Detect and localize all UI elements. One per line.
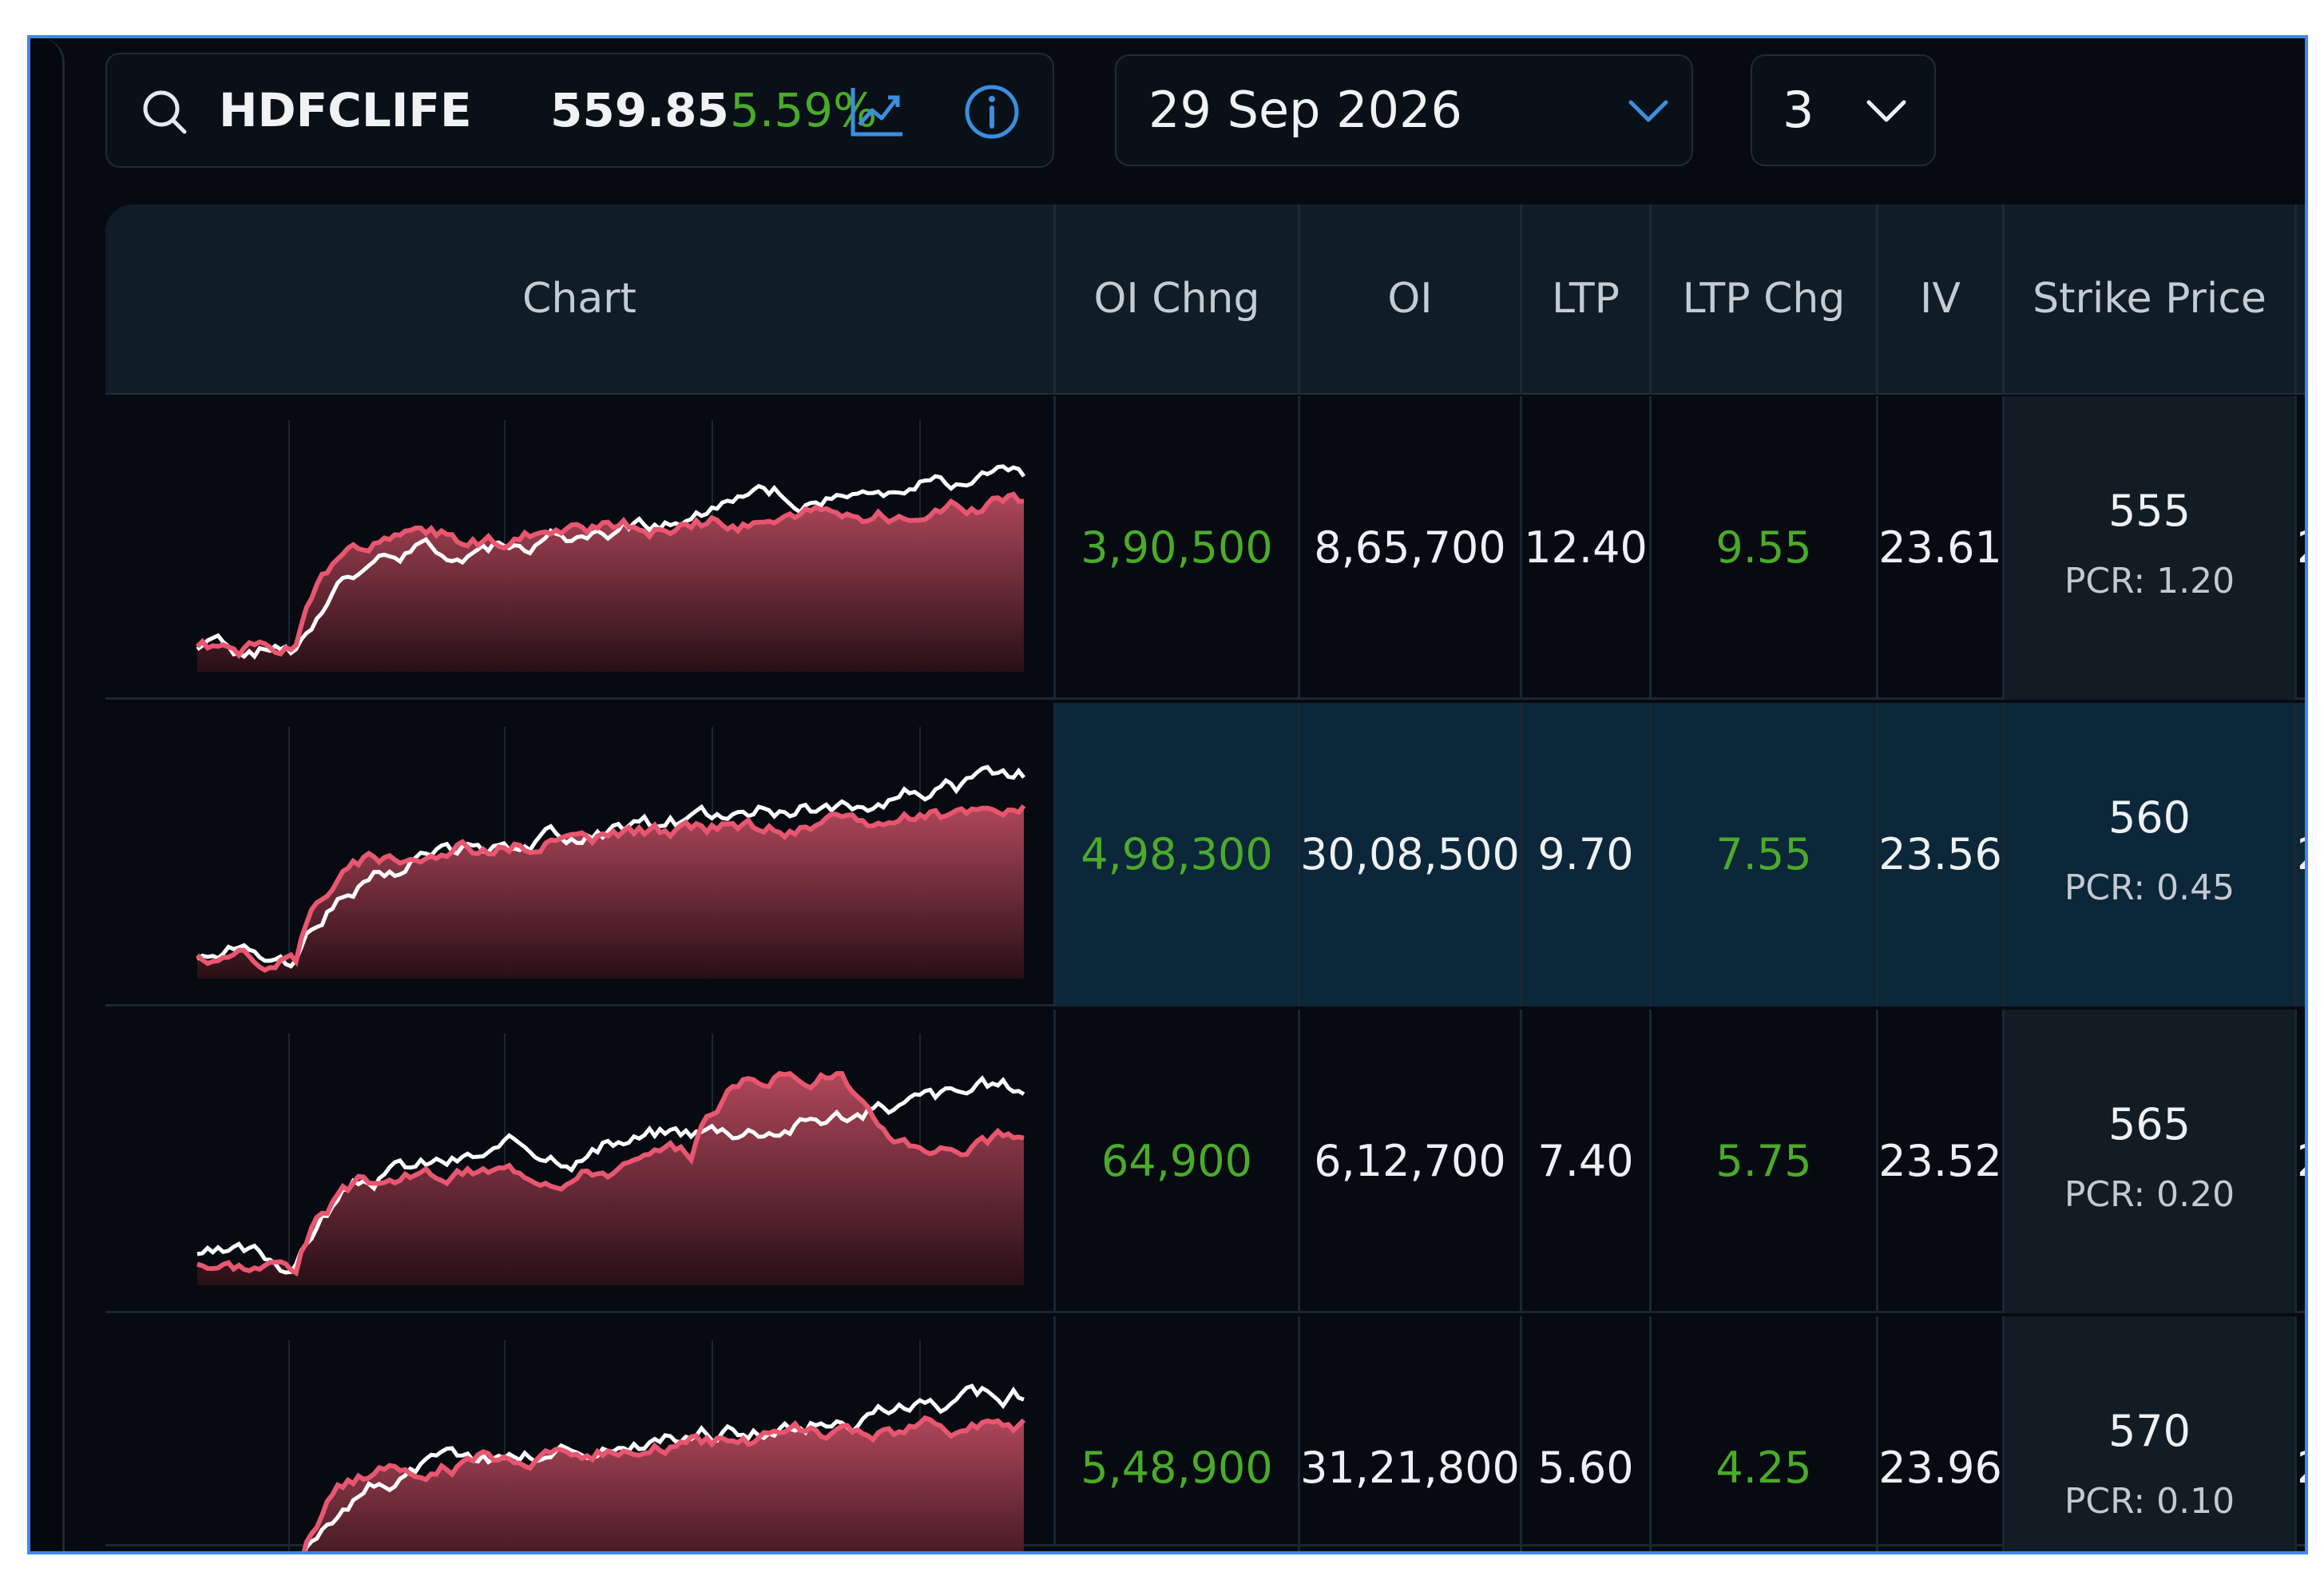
chevron-down-icon — [1866, 100, 1906, 122]
iv-cell: 23.52 — [1878, 1010, 2005, 1313]
next-column-partial: 2 — [2297, 703, 2305, 1006]
chevron-down-icon — [1628, 100, 1668, 122]
oi-cell: 30,08,500 — [1300, 703, 1522, 1006]
header-oi-chng[interactable]: OI Chng — [1056, 204, 1300, 393]
oi-change-cell: 5,48,900 — [1056, 1316, 1300, 1551]
ltp-change-cell: 4.25 — [1652, 1316, 1878, 1551]
header-iv[interactable]: IV — [1878, 204, 2005, 393]
ltp-change-cell: 9.55 — [1652, 396, 1878, 700]
ltp-change-cell: 5.75 — [1652, 1010, 1878, 1313]
pcr-value: PCR: 0.20 — [2064, 1174, 2235, 1215]
row-chart — [105, 703, 1056, 1006]
strike-price-cell[interactable]: 570 PCR: 0.10 — [2005, 1316, 2297, 1551]
symbol-name: HDFCLIFE — [219, 83, 472, 137]
oi-change-cell: 3,90,500 — [1056, 396, 1300, 700]
header-ltp[interactable]: LTP — [1522, 204, 1652, 393]
header-strike-price[interactable]: Strike Price — [2005, 204, 2297, 393]
header-oi[interactable]: OI — [1300, 204, 1522, 393]
strike-count-value: 3 — [1783, 81, 1814, 139]
search-icon[interactable] — [141, 88, 188, 136]
iv-cell: 23.96 — [1878, 1316, 2005, 1551]
strike-value: 570 — [2108, 1406, 2191, 1456]
ltp-cell: 12.40 — [1522, 396, 1652, 700]
ltp-change-cell: 7.55 — [1652, 703, 1878, 1006]
strike-value: 560 — [2108, 792, 2191, 843]
next-column-partial: 2 — [2297, 1316, 2305, 1551]
info-icon[interactable] — [963, 83, 1021, 141]
iv-cell: 23.61 — [1878, 396, 2005, 700]
row-chart — [105, 396, 1056, 700]
strike-price-cell[interactable]: 555 PCR: 1.20 — [2005, 396, 2297, 700]
oi-sparkline-chart — [196, 1034, 1025, 1285]
table-row[interactable]: 64,900 6,12,700 7.40 5.75 23.52 565 PCR:… — [105, 1010, 2305, 1313]
strike-count-dropdown[interactable]: 3 — [1751, 54, 1936, 166]
line-chart-icon[interactable] — [848, 85, 906, 139]
pcr-value: PCR: 0.45 — [2064, 867, 2235, 908]
ltp-cell: 7.40 — [1522, 1010, 1652, 1313]
row-chart — [105, 1316, 1056, 1551]
symbol-price: 559.85 — [550, 83, 729, 137]
strike-value: 555 — [2108, 486, 2191, 536]
strike-price-cell[interactable]: 565 PCR: 0.20 — [2005, 1010, 2297, 1313]
ltp-cell: 5.60 — [1522, 1316, 1652, 1551]
header-chart[interactable]: Chart — [105, 204, 1056, 393]
expiry-date-value: 29 Sep 2026 — [1148, 81, 1462, 139]
table-header: Chart OI Chng OI LTP LTP Chg IV Strike P… — [105, 204, 2305, 395]
oi-area — [197, 494, 1024, 672]
option-chain-table: Chart OI Chng OI LTP LTP Chg IV Strike P… — [105, 204, 2305, 1551]
strike-value: 565 — [2108, 1099, 2191, 1149]
row-chart — [105, 1010, 1056, 1313]
table-row[interactable]: 5,48,900 31,21,800 5.60 4.25 23.96 570 P… — [105, 1316, 2305, 1551]
ltp-cell: 9.70 — [1522, 703, 1652, 1006]
expiry-dropdown[interactable]: 29 Sep 2026 — [1115, 54, 1693, 166]
table-row[interactable]: 3,90,500 8,65,700 12.40 9.55 23.61 555 P… — [105, 396, 2305, 700]
next-column-partial: 2 — [2297, 1010, 2305, 1313]
oi-sparkline-chart — [288, 1340, 1026, 1551]
oi-cell: 31,21,800 — [1300, 1316, 1522, 1551]
oi-sparkline-chart — [195, 420, 1026, 672]
iv-cell: 23.56 — [1878, 703, 2005, 1006]
pcr-value: PCR: 0.10 — [2064, 1481, 2235, 1522]
next-column-partial: 2 — [2297, 396, 2305, 700]
header-ltp-chg[interactable]: LTP Chg — [1652, 204, 1878, 393]
pcr-value: PCR: 1.20 — [2064, 561, 2235, 601]
oi-cell: 6,12,700 — [1300, 1010, 1522, 1313]
oi-change-cell: 64,900 — [1056, 1010, 1300, 1313]
side-panel-edge — [30, 38, 65, 1551]
oi-cell: 8,65,700 — [1300, 396, 1522, 700]
oi-sparkline-chart — [196, 727, 1026, 979]
strike-price-cell[interactable]: 560 PCR: 0.45 — [2005, 703, 2297, 1006]
table-row-atm[interactable]: 4,98,300 30,08,500 9.70 7.55 23.56 560 P… — [105, 703, 2305, 1006]
option-chain-panel: HDFCLIFE 559.85 5.59% 29 Sep 2026 3 Char… — [27, 35, 2308, 1554]
symbol-search-box[interactable]: HDFCLIFE 559.85 5.59% — [105, 53, 1054, 168]
oi-change-cell: 4,98,300 — [1056, 703, 1300, 1006]
